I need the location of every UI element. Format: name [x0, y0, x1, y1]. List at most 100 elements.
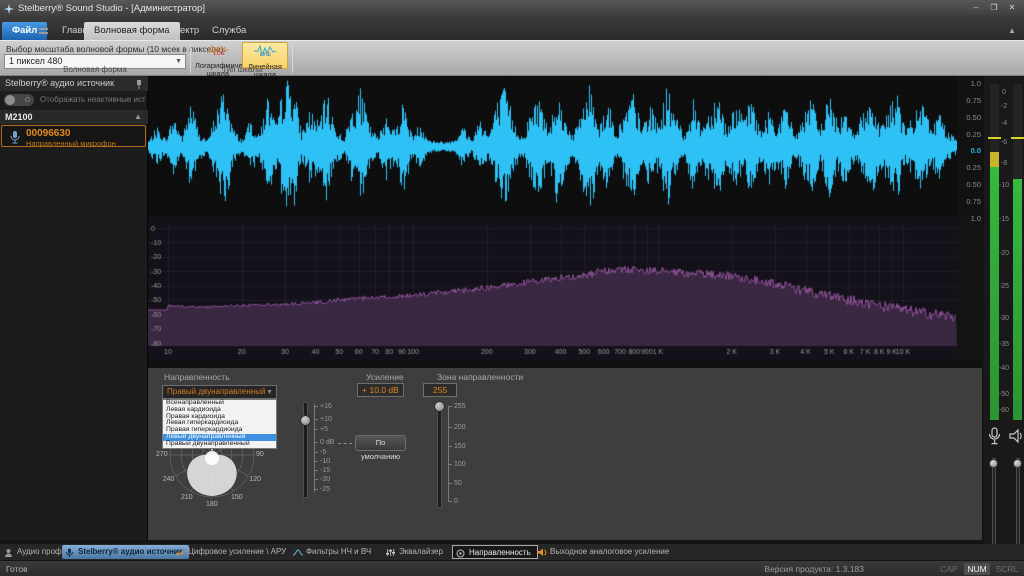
slider-tick-label: 150	[454, 443, 466, 450]
status-ready: Готов	[6, 564, 28, 574]
slider-tick-label: 0	[454, 498, 458, 505]
slider-tick-mark	[314, 429, 318, 430]
waveform-axis-tick: 0.50	[966, 180, 981, 189]
tab-label: Направленность	[469, 548, 531, 557]
slider-tick-mark	[448, 406, 452, 407]
meter-scale-tick: -50	[998, 391, 1010, 398]
equalizer-icon	[386, 548, 395, 557]
slider-tick-mark	[314, 452, 318, 453]
spectrum-panel	[148, 217, 957, 360]
status-bar: Готов Версия продукта: 1.3.183 CAP NUM S…	[0, 560, 1024, 576]
gain-slider-knob[interactable]	[300, 415, 311, 426]
microphone-icon	[65, 548, 74, 558]
directivity-option[interactable]: Правый двунаправленный	[163, 441, 276, 448]
tab-equalizer[interactable]: Эквалайзер	[383, 545, 449, 559]
waveform-axis-tick: 0.75	[966, 197, 981, 206]
slider-tick-label: 200	[454, 424, 466, 431]
polar-angle-label: 270	[156, 451, 168, 458]
meter-scale-tick: -25	[998, 283, 1010, 290]
default-connector	[338, 443, 352, 444]
close-button[interactable]: ✕	[1004, 2, 1020, 14]
zone-slider-track[interactable]	[437, 402, 442, 508]
audio-source-item[interactable]: 00096630 Направленный микрофон	[1, 125, 146, 147]
meter-scale-tick: -4	[998, 120, 1010, 127]
directivity-dropdown-list: ВсенаправленныйЛевая кардиоидаПравая кар…	[162, 399, 277, 449]
device-group-m2100[interactable]: M2100 ▲	[0, 110, 148, 124]
directivity-icon	[456, 549, 465, 558]
pin-icon[interactable]	[135, 79, 143, 89]
meter-scale-tick: -15	[998, 216, 1010, 223]
zone-slider-knob[interactable]	[434, 401, 445, 412]
zone-value-field[interactable]: 255	[423, 383, 457, 397]
minimize-button[interactable]: –	[968, 2, 984, 14]
digital-gain-icon	[175, 548, 184, 557]
quick-access-icon[interactable]	[39, 28, 48, 34]
log-scale-icon: LOG	[206, 43, 230, 56]
mic-volume-slider-track[interactable]	[992, 458, 996, 556]
waveform-axis-tick: 0.50	[966, 113, 981, 122]
meter-scale-tick: -35	[998, 341, 1010, 348]
meter-bar-right	[1013, 179, 1022, 420]
peak-hold-right	[1011, 137, 1024, 139]
slider-tick-mark	[314, 479, 318, 480]
slider-tick-mark	[448, 427, 452, 428]
speaker-volume-slider-knob[interactable]	[1013, 459, 1022, 468]
meter-scale-tick: -6	[998, 139, 1010, 146]
tab-directivity[interactable]: Направленность	[452, 545, 538, 559]
horizontal-splitter[interactable]	[148, 360, 982, 368]
sidebar-header: Stelberry® аудио источник	[0, 76, 148, 91]
tab-service[interactable]: Служба	[202, 22, 256, 40]
inactive-sources-row: Отображать неактивные источники	[0, 92, 148, 108]
tab-label: Stelberry® аудио источник	[78, 547, 183, 556]
filters-icon	[293, 548, 303, 557]
output-gain-icon	[537, 548, 547, 557]
product-version: Версия продукта: 1.3.183	[764, 564, 864, 574]
waveform-axis-tick: 1.0	[971, 214, 981, 223]
zone-tick-rail	[448, 406, 449, 502]
speaker-volume-slider-track[interactable]	[1016, 458, 1020, 556]
tab-stelberry-source[interactable]: Stelberry® аудио источник	[62, 545, 189, 559]
mic-volume-slider-knob[interactable]	[989, 459, 998, 468]
device-group-label: M2100	[5, 112, 33, 122]
slider-tick-label: -20	[320, 476, 330, 483]
slider-tick-mark	[314, 406, 318, 407]
polar-angle-label: 150	[231, 494, 243, 501]
slider-tick-label: -15	[320, 467, 330, 474]
waveform-axis-tick: 0.75	[966, 96, 981, 105]
polar-angle-label: 240	[163, 476, 175, 483]
app-icon	[4, 4, 14, 14]
ribbon-collapse-icon[interactable]: ▲	[1008, 26, 1016, 35]
waveform-axis-tick: 0.0	[971, 146, 981, 155]
tab-output-gain[interactable]: Выходное аналоговое усиление	[534, 545, 675, 559]
tab-digital-gain[interactable]: Цифровое усиление \ АРУ	[172, 545, 292, 559]
show-inactive-toggle[interactable]	[4, 94, 34, 106]
audio-profile-icon	[4, 548, 13, 557]
audio-source-sidebar: Stelberry® аудио источник Отображать неа…	[0, 76, 148, 540]
chevron-down-icon: ▼	[175, 55, 182, 68]
slider-tick-mark	[314, 419, 318, 420]
slider-tick-mark	[448, 501, 452, 502]
sidebar-title: Stelberry® аудио источник	[5, 78, 114, 88]
meter-scale-tick: 0	[998, 89, 1010, 96]
speaker-volume-icon[interactable]	[1009, 428, 1024, 444]
directivity-value: Правый двунаправленный	[167, 387, 265, 396]
num-lock-indicator: NUM	[964, 563, 990, 575]
tab-filters[interactable]: Фильтры НЧ и ВЧ	[290, 545, 377, 559]
waveform-axis-tick: 0.25	[966, 130, 981, 139]
microphone-volume-icon[interactable]	[987, 427, 1002, 445]
polar-angle-label: 90	[256, 451, 264, 458]
restore-button[interactable]: ❐	[986, 2, 1002, 14]
source-id: 00096630	[26, 128, 71, 139]
zone-label: Зона направленности	[437, 372, 523, 382]
tab-label: Цифровое усиление \ АРУ	[188, 547, 286, 556]
directivity-select[interactable]: Правый двунаправленный ▼	[162, 385, 277, 399]
polar-angle-label: 180	[206, 501, 218, 508]
meter-scale-tick: -2	[998, 103, 1010, 110]
slider-tick-label: -5	[320, 449, 326, 456]
gain-value-field[interactable]: + 10.0 dB	[357, 383, 404, 397]
slider-tick-mark	[314, 470, 318, 471]
slider-tick-mark	[448, 483, 452, 484]
slider-tick-label: 0 dB	[320, 439, 334, 446]
meter-scale-tick: -20	[998, 250, 1010, 257]
default-button[interactable]: По умолчанию	[355, 435, 406, 451]
